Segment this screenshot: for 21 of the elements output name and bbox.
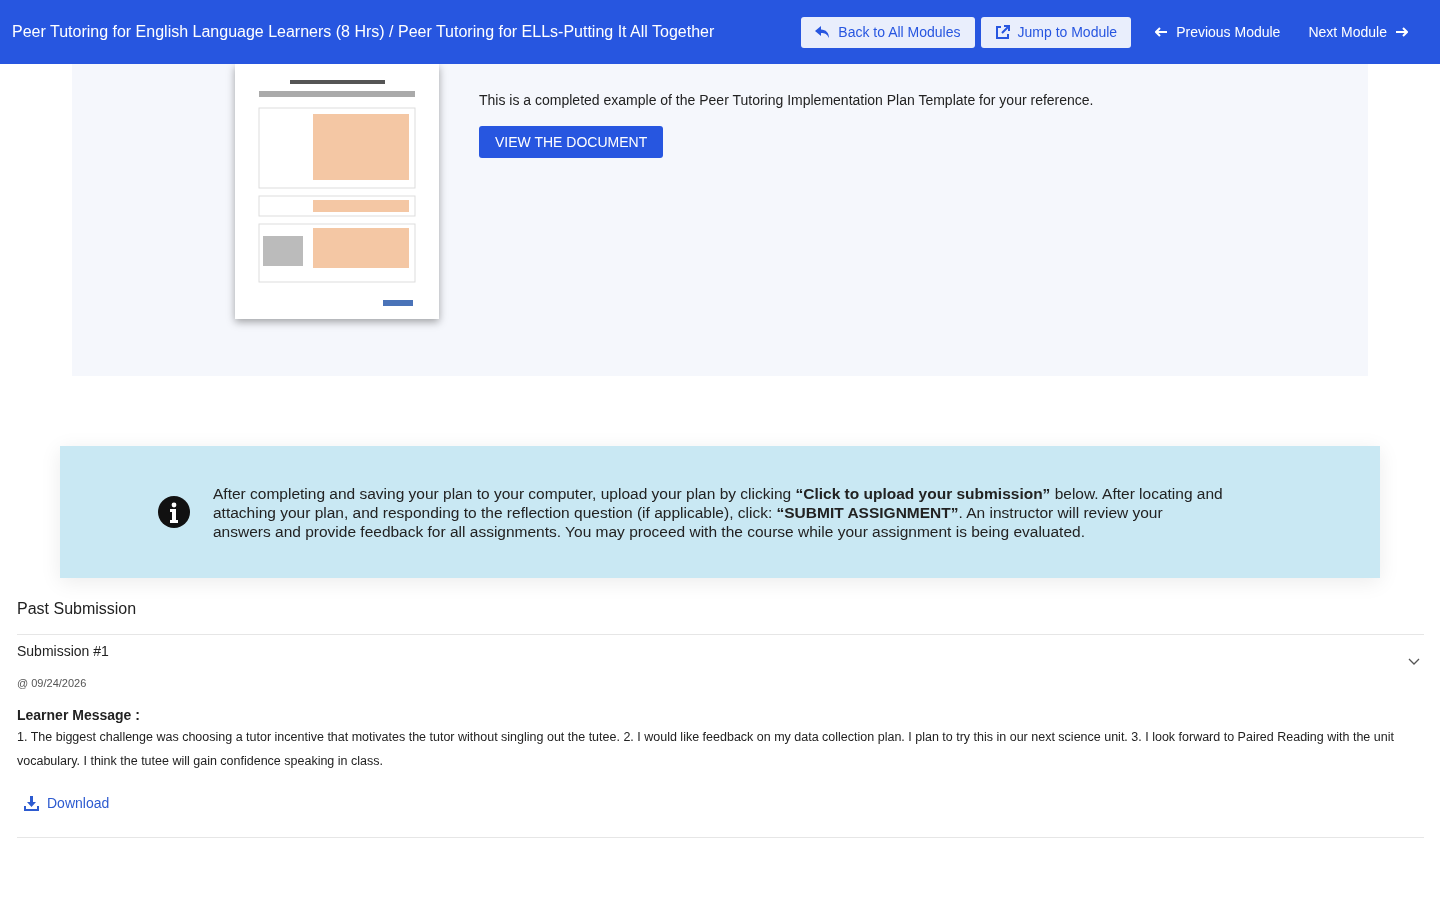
- submission-date: @ 09/24/2026: [17, 677, 88, 689]
- download-icon: [24, 795, 39, 811]
- chevron-icon[interactable]: [1408, 658, 1420, 666]
- next-module-link[interactable]: Next Module: [1304, 24, 1412, 40]
- view-document-button[interactable]: VIEW THE DOCUMENT: [479, 126, 664, 158]
- learner-message: 1. The biggest challenge was choosing a tutor incentive that motivates the tutor without singling out the tutee. 2. I would like feedback on my data collection plan. I plan to try this in our next science unit. 3. I look forward to Paired Reading with the unit vocabulary. I think the tutee will gain confidence speaking in class.: [17, 729, 1395, 770]
- breadcrumb: Peer Tutoring for English Language Learners (8 Hrs) / Peer Tutoring for ELLs-Putting It All Together: [12, 23, 715, 41]
- download-link[interactable]: Download: [24, 795, 110, 811]
- section-title: Past Submission: [17, 600, 1424, 635]
- jump-button[interactable]: Jump to Module: [980, 16, 1132, 48]
- submission-title: Submission #1: [17, 643, 109, 659]
- external-link-icon: [994, 24, 1010, 40]
- left-arrow-icon: [1155, 27, 1169, 37]
- message-label: Learner Message :: [17, 707, 141, 723]
- document-description: This is a completed example of the Peer Tutoring Implementation Plan Template for your reference.: [479, 92, 1094, 108]
- info-icon: [158, 496, 190, 528]
- reply-arrow-icon: [815, 25, 831, 39]
- instructions-text: After completing and saving your plan to your computer, upload your plan by clicking “Click to upload your submission” below. After locating and attaching your plan, and responding to the reflection question (if applicable), click: “SUBMIT ASSIGNMENT”. An instructor will review your answers and provide feedback for all assignments. You may proceed with the course while your assignment is being evaluated.: [213, 483, 1223, 541]
- right-arrow-icon: [1395, 27, 1408, 37]
- previous-module-link[interactable]: Previous Module: [1151, 24, 1285, 40]
- back-button[interactable]: Back to All Modules: [801, 16, 975, 48]
